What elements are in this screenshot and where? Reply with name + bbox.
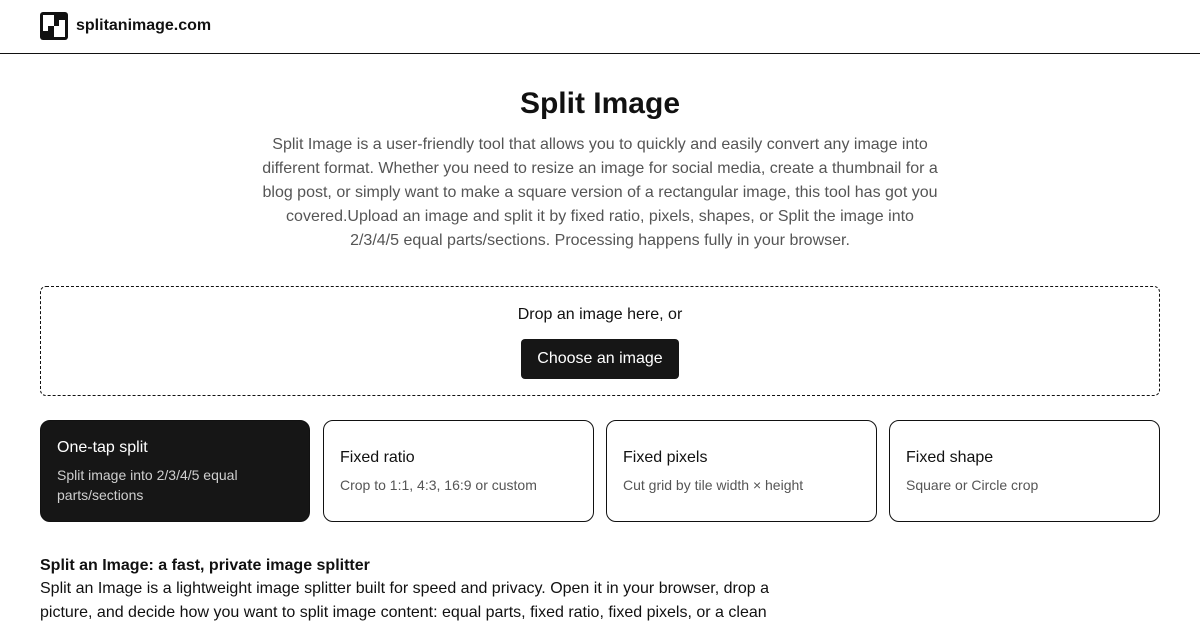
choose-image-button[interactable]: Choose an image [521, 339, 679, 379]
site-name: splitanimage.com [76, 17, 212, 34]
mode-card-subtitle: Square or Circle crop [906, 477, 1039, 493]
page-title: Split Image [519, 87, 681, 120]
home-link[interactable]: splitanimage.com [40, 12, 211, 40]
mode-card-title: One-tap split [57, 439, 148, 456]
checkerboard-logo-icon [40, 12, 68, 40]
article-paragraph: Split an Image is a lightweight image sp… [40, 580, 769, 621]
article-heading: Split an Image: a fast, private image sp… [40, 557, 370, 574]
mode-card-subtitle: Split image into 2/3/4/5 equal parts/sec… [57, 467, 238, 503]
mode-card-subtitle: Crop to 1:1, 4:3, 16:9 or custom [340, 477, 537, 493]
mode-card-subtitle: Cut grid by tile width × height [623, 477, 804, 493]
mode-card-fixed-shape[interactable]: Fixed shape Square or Circle crop [889, 420, 1160, 522]
mode-card-title: Fixed ratio [340, 449, 415, 466]
image-dropzone[interactable]: Drop an image here, or Choose an image [40, 286, 1160, 396]
mode-card-title: Fixed shape [906, 449, 994, 466]
mode-card-title: Fixed pixels [623, 449, 708, 466]
dropzone-prompt: Drop an image here, or [517, 306, 683, 323]
mode-card-one-tap-split[interactable]: One-tap split Split image into 2/3/4/5 e… [40, 420, 310, 522]
mode-card-fixed-pixels[interactable]: Fixed pixels Cut grid by tile width × he… [606, 420, 877, 522]
mode-card-fixed-ratio[interactable]: Fixed ratio Crop to 1:1, 4:3, 16:9 or cu… [323, 420, 594, 522]
top-navigation-bar: splitanimage.com [0, 0, 1200, 54]
page-description: Split Image is a user-friendly tool that… [262, 136, 938, 249]
